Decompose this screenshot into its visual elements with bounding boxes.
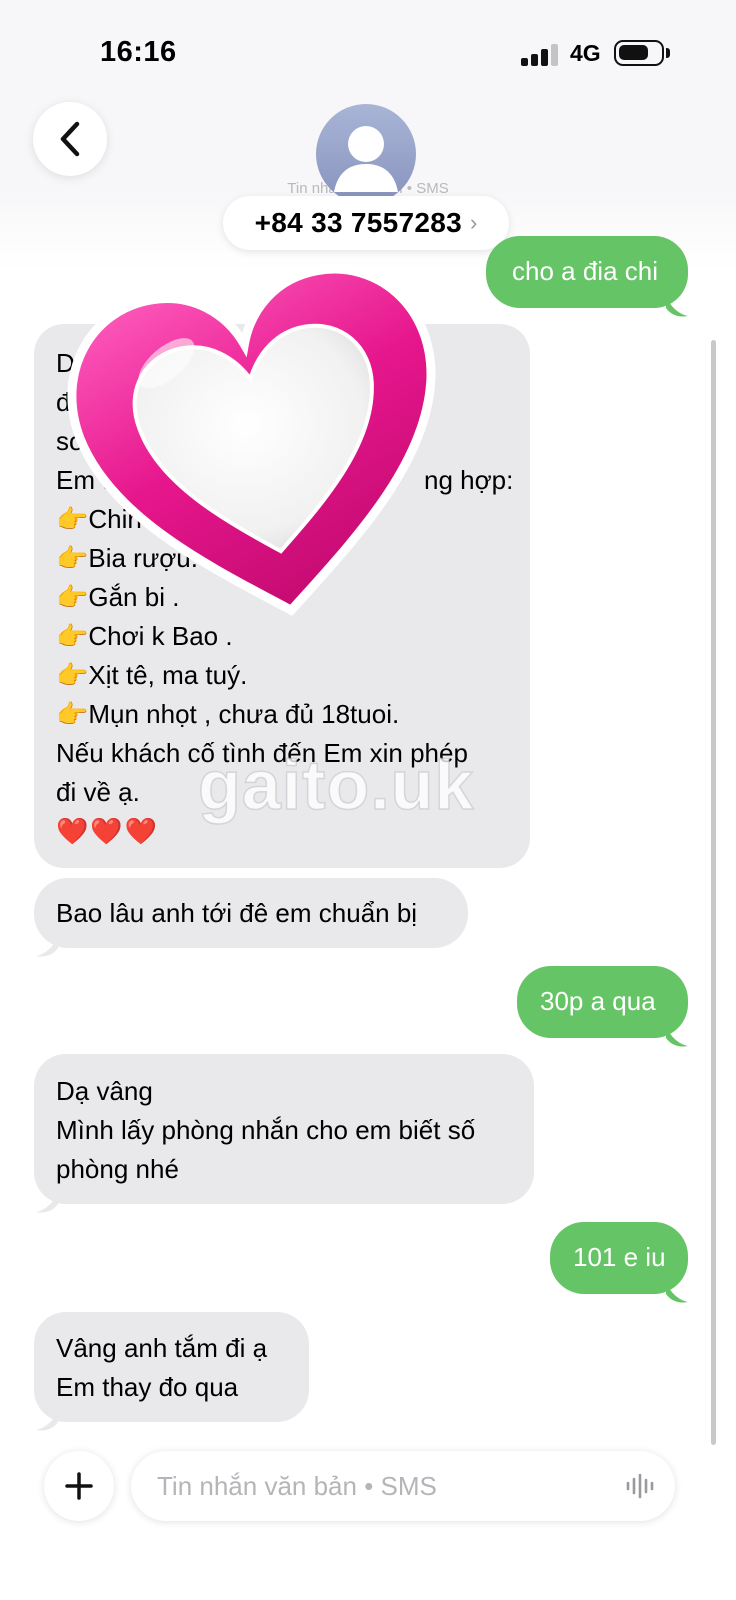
message-line: đi về ạ. [56, 777, 140, 807]
message-line: Dạ vâng [56, 1076, 153, 1106]
bubble-tail [666, 1026, 688, 1047]
message-line: Mình lấy phòng nhắn cho em biết số [56, 1115, 476, 1145]
message-bubble-outgoing[interactable]: cho a đia chi [486, 236, 688, 308]
message-bubble-outgoing[interactable]: 30p a qua [517, 966, 688, 1038]
bubble-tail [666, 296, 688, 317]
bubble-tail [36, 1410, 58, 1431]
message-line: Em thay đo qua [56, 1372, 239, 1402]
message-bubble-incoming[interactable]: Bao lâu anh tới đê em chuẩn bị [34, 878, 468, 948]
heart-emoji-row: ❤️❤️❤️ [56, 816, 160, 846]
message-line: Vâng anh tắm đi ạ [56, 1333, 268, 1363]
message-bubble-incoming[interactable]: Vâng anh tắm đi ạ Em thay đo qua [34, 1312, 309, 1422]
message-text: Bao lâu anh tới đê em chuẩn bị [56, 898, 418, 928]
message-line: 👉Mụn nhọt , chưa đủ 18tuoi. [56, 699, 400, 729]
message-text: 30p a qua [540, 986, 656, 1016]
bubble-tail [36, 936, 58, 957]
person-icon [334, 126, 398, 192]
watermark: gaito.uk [197, 745, 475, 825]
pink-heart-sticker-icon [67, 264, 436, 616]
bubble-tail [666, 1282, 688, 1303]
message-bubble-incoming[interactable]: Dạ vâng Mình lấy phòng nhắn cho em biết … [34, 1054, 534, 1204]
scroll-indicator[interactable] [711, 340, 716, 1445]
add-attachment-button[interactable] [44, 1451, 114, 1521]
message-text: 101 e iu [573, 1242, 666, 1272]
contact-avatar[interactable] [316, 104, 416, 204]
audio-waveform-icon[interactable] [625, 1473, 657, 1499]
messages-screen: 16:16 4G Tin nhắn văn bản • SMS +84 33 7… [0, 0, 736, 1600]
status-time: 16:16 [100, 36, 177, 68]
battery-icon [614, 40, 664, 66]
message-input[interactable] [157, 1451, 597, 1521]
bubble-tail [36, 1192, 58, 1213]
chevron-left-icon [60, 121, 80, 157]
back-button[interactable] [33, 102, 107, 176]
message-line: 👉Xịt tê, ma tuý. [56, 660, 248, 690]
message-line: phòng nhé [56, 1154, 179, 1184]
chevron-right-icon: › [470, 210, 478, 235]
plus-icon [65, 1472, 93, 1500]
network-type: 4G [570, 40, 601, 66]
message-text: cho a đia chi [512, 256, 658, 286]
cellular-signal-icon [521, 44, 559, 66]
battery-tip [666, 48, 670, 58]
message-input-field[interactable] [131, 1451, 675, 1521]
status-bar: 16:16 4G [0, 0, 736, 100]
